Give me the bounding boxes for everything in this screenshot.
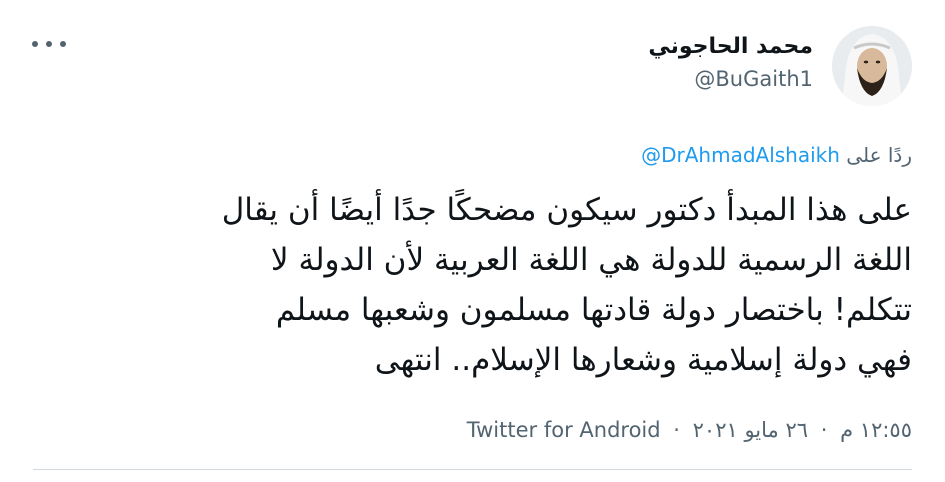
tweet-date: ٢٦ مايو ٢٠٢١ [692, 418, 809, 442]
meta-separator: · [673, 418, 680, 442]
more-horizontal-icon [60, 41, 66, 47]
tweet-text-line: تتكلم! باختصار دولة قادتها مسلمون وشعبها… [275, 292, 912, 328]
tweet-text-line: على هذا المبدأ دكتور سيكون مضحكًا جدًا أ… [221, 192, 912, 228]
divider [33, 469, 912, 470]
more-horizontal-icon-dot [32, 41, 38, 47]
tweet-text: على هذا المبدأ دكتور سيكون مضحكًا جدًا أ… [32, 185, 912, 385]
tweet-text-line: فهي دولة إسلامية وشعارها الإسلام.. انتهى [374, 342, 912, 378]
author-display-name[interactable]: محمد الحاجوني [648, 30, 813, 64]
tweet-metadata: ١٢:٥٥ م · ٢٦ مايو ٢٠٢١ · Twitter for And… [467, 413, 912, 447]
tweet-source-link[interactable]: Twitter for Android [467, 418, 661, 442]
more-options-button[interactable] [32, 34, 66, 54]
tweet-card: محمد الحاجوني @BuGaith1 ردًا على @DrAhma… [0, 0, 945, 482]
author-block: محمد الحاجوني @BuGaith1 [648, 30, 813, 94]
avatar[interactable] [832, 26, 912, 106]
replying-to: ردًا على @DrAhmadAlshaikh [641, 140, 912, 170]
tweet-time: ١٢:٥٥ م [840, 418, 912, 442]
replying-to-label: ردًا على [846, 143, 912, 167]
tweet-text-line: اللغة الرسمية للدولة هي اللغة العربية لأ… [270, 242, 912, 278]
more-horizontal-icon-dot [46, 41, 52, 47]
replying-to-mention-link[interactable]: @DrAhmadAlshaikh [641, 143, 840, 167]
author-handle[interactable]: @BuGaith1 [648, 64, 813, 94]
tweet-time-link[interactable]: ١٢:٥٥ م · ٢٦ مايو ٢٠٢١ [686, 418, 912, 442]
avatar-image [832, 26, 912, 106]
meta-separator: · [820, 418, 828, 442]
